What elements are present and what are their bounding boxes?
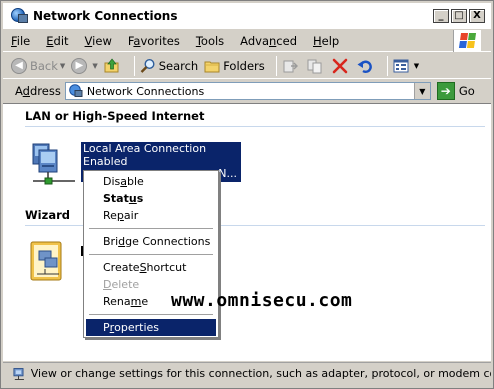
copy-to-button[interactable] xyxy=(307,58,326,74)
chevron-down-icon: ▼ xyxy=(419,86,426,96)
lan-connection-icon[interactable] xyxy=(27,140,77,190)
undo-button[interactable] xyxy=(357,58,376,74)
menu-advanced[interactable]: Advanced xyxy=(232,34,305,48)
address-input[interactable]: Network Connections ▼ xyxy=(64,82,431,100)
group-divider xyxy=(25,126,485,127)
toolbar-separator xyxy=(275,55,277,76)
toolbar-separator xyxy=(133,55,135,76)
menu-view[interactable]: View xyxy=(77,34,120,48)
address-label: Address xyxy=(15,84,61,98)
minimize-button[interactable]: _ xyxy=(433,9,449,23)
menu-item-bridge-connections[interactable]: Bri d ge Connections xyxy=(86,233,216,250)
status-text: View or change settings for this connect… xyxy=(30,367,491,380)
delete-button[interactable] xyxy=(332,58,351,74)
address-value: Network Connections xyxy=(86,84,205,98)
close-button[interactable]: X xyxy=(469,9,485,23)
toolbar-separator xyxy=(386,55,388,76)
title-bar[interactable]: Network Connections _ □ X xyxy=(3,3,491,29)
search-icon xyxy=(140,58,155,73)
group-header-lan: LAN or High-Speed Internet xyxy=(25,109,205,123)
move-to-button[interactable] xyxy=(282,58,301,74)
search-button[interactable]: Search xyxy=(140,58,198,74)
menu-item-status[interactable]: Stat u s xyxy=(86,190,216,207)
menu-tools[interactable]: Tools xyxy=(188,34,232,48)
network-connections-icon xyxy=(69,84,83,97)
go-button[interactable]: ➔ Go xyxy=(436,82,475,100)
group-header-wizard: Wizard xyxy=(25,208,70,222)
connection-status: Enabled xyxy=(83,154,128,168)
menu-separator xyxy=(89,254,213,255)
forward-arrow-icon: ▶ xyxy=(71,57,88,74)
views-icon xyxy=(393,59,409,72)
menu-separator xyxy=(89,314,213,315)
folder-icon xyxy=(204,61,220,72)
toolbar: ◀ Back ▼ ▶ ▼ Search Folders ▼ xyxy=(3,53,491,79)
menu-file[interactable]: File xyxy=(3,34,38,48)
context-menu: Dis a ble Stat u s Re p air Bri d ge Connections… xyxy=(83,170,219,338)
up-folder-button[interactable] xyxy=(104,57,123,74)
content-pane: LAN or High-Speed Internet Local Area Co… xyxy=(3,103,491,361)
menu-separator xyxy=(89,228,213,229)
undo-icon xyxy=(357,60,372,73)
address-dropdown-button[interactable]: ▼ xyxy=(413,83,430,99)
menu-help[interactable]: Help xyxy=(305,34,347,48)
back-button[interactable]: ◀ Back ▼ xyxy=(11,57,66,74)
views-button[interactable]: ▼ xyxy=(393,58,419,74)
menu-item-create-shortcut[interactable]: Create Shortcut xyxy=(86,259,216,276)
menu-favorites[interactable]: Favorites xyxy=(120,34,188,48)
menu-item-repair[interactable]: Re p air xyxy=(86,207,216,224)
menu-item-properties[interactable]: Pr operties xyxy=(86,319,216,336)
menu-edit[interactable]: Edit xyxy=(38,34,76,48)
new-connection-wizard-icon[interactable] xyxy=(29,238,73,286)
menu-bar: File Edit View Favorites Tools Advanced … xyxy=(3,30,491,52)
up-folder-icon xyxy=(104,57,119,72)
chevron-down-icon: ▼ xyxy=(413,61,420,70)
move-to-icon xyxy=(283,60,298,72)
connection-name: Local Area Connection xyxy=(83,142,207,155)
chevron-down-icon: ▼ xyxy=(59,61,66,70)
copy-to-icon xyxy=(307,59,322,73)
menu-item-disable[interactable]: Dis a ble xyxy=(86,173,216,190)
delete-x-icon xyxy=(332,58,348,73)
network-connections-icon xyxy=(11,8,29,24)
chevron-down-icon: ▼ xyxy=(92,61,98,70)
window-title: Network Connections xyxy=(33,9,178,23)
explorer-window: Network Connections _ □ X File Edit View… xyxy=(0,0,494,389)
address-bar: Address Network Connections ▼ ➔ Go xyxy=(3,80,491,102)
windows-logo-icon xyxy=(453,30,481,52)
forward-button[interactable]: ▶ ▼ xyxy=(71,57,98,74)
network-status-icon xyxy=(13,367,24,380)
go-arrow-icon: ➔ xyxy=(436,82,455,100)
watermark-text: www.omnisecu.com xyxy=(171,290,353,311)
back-arrow-icon: ◀ xyxy=(11,57,27,74)
folders-button[interactable]: Folders xyxy=(204,58,265,74)
status-bar: View or change settings for this connect… xyxy=(3,362,491,384)
maximize-button[interactable]: □ xyxy=(451,9,467,23)
